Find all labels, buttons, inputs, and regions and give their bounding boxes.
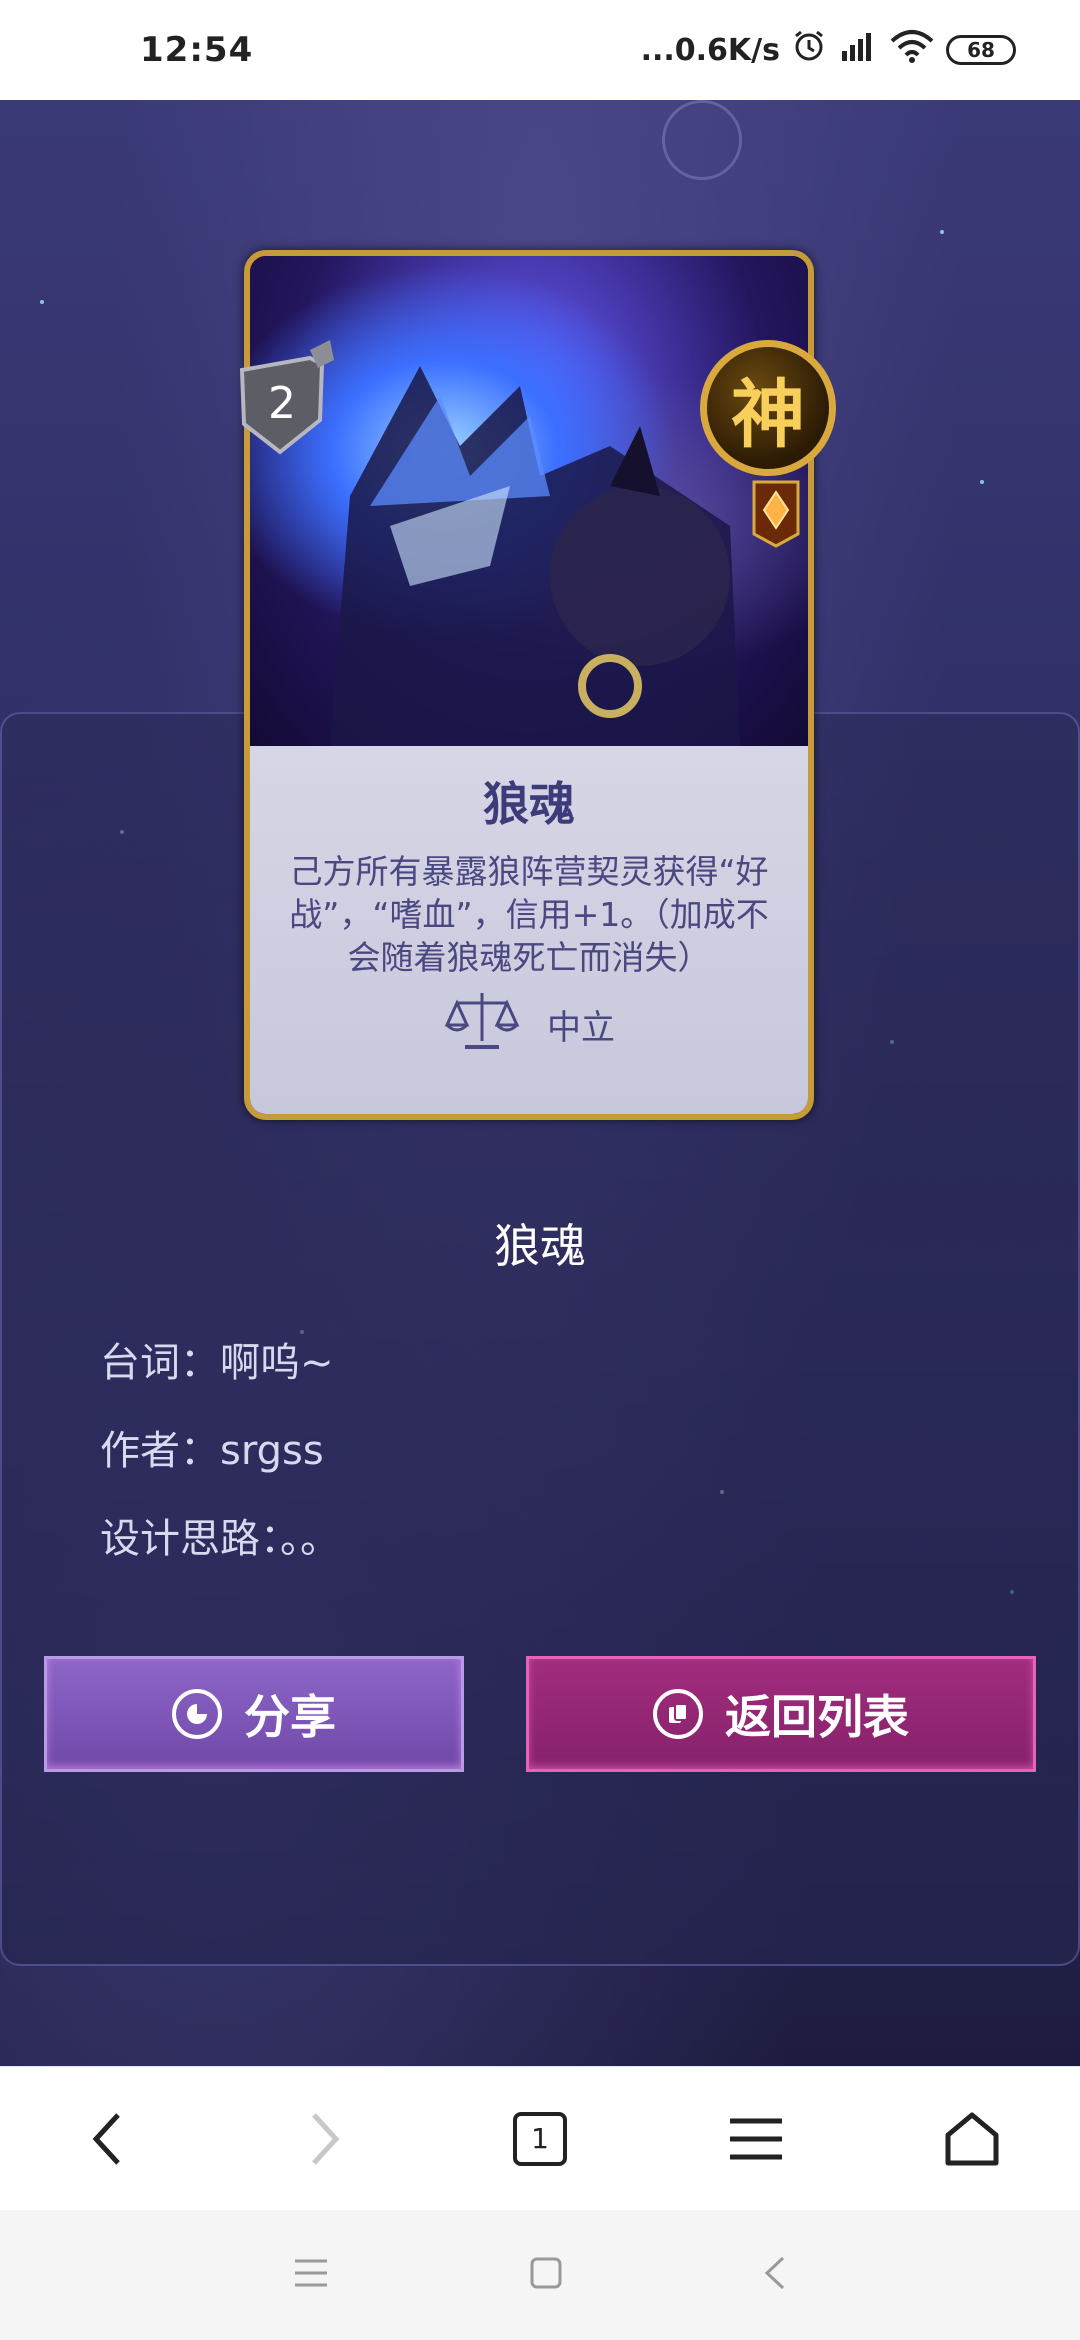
share-icon <box>172 1689 222 1739</box>
card-detail-page: 狼魂 己方所有暴露狼阵营契灵获得“好战”，“嗜血”，信用+1。（加成不会随着狼魂… <box>0 100 1080 2066</box>
line-row: 台词：啊呜~ <box>100 1330 334 1388</box>
card-art <box>250 256 808 746</box>
card-list-icon <box>653 1689 703 1739</box>
scales-icon <box>443 989 521 1060</box>
status-icons: ...0.6K/s 68 <box>641 29 1016 71</box>
card-name: 狼魂 <box>483 777 575 831</box>
system-nav-bar <box>0 2210 1080 2340</box>
status-bar: 12:54 ...0.6K/s 68 <box>0 0 1080 100</box>
back-to-list-label: 返回列表 <box>725 1690 909 1744</box>
wolf-illustration <box>330 366 740 746</box>
back-icon[interactable] <box>53 2084 163 2194</box>
signal-icon <box>838 29 878 71</box>
card-faction-label: 中立 <box>547 1008 615 1048</box>
card-description: 己方所有暴露狼阵营契灵获得“好战”，“嗜血”，信用+1。（加成不会随着狼魂死亡而… <box>289 852 769 977</box>
status-time: 12:54 <box>140 30 254 70</box>
gem-icon <box>752 480 800 548</box>
back-to-list-button[interactable]: 返回列表 <box>526 1656 1036 1772</box>
forward-icon[interactable] <box>269 2084 379 2194</box>
design-label: 设计思路： <box>100 1516 280 1562</box>
menu-icon[interactable] <box>701 2084 811 2194</box>
recents-icon[interactable] <box>293 2257 329 2293</box>
cost-badge: 2 <box>230 340 340 460</box>
home-icon[interactable] <box>917 2084 1027 2194</box>
share-button[interactable]: 分享 <box>44 1656 464 1772</box>
cost-value: 2 <box>268 378 296 429</box>
rarity-badge: 神 <box>700 340 836 476</box>
card-faction: 中立 <box>250 989 808 1060</box>
author-row: 作者：srgss <box>100 1418 324 1476</box>
card-title: 狼魂 <box>494 1219 586 1273</box>
design-row: 设计思路：。。 <box>100 1506 340 1564</box>
wifi-icon <box>890 29 934 71</box>
battery-icon: 68 <box>946 35 1016 65</box>
back-triangle-icon[interactable] <box>763 2255 787 2295</box>
card-text-area: 狼魂 己方所有暴露狼阵营契灵获得“好战”，“嗜血”，信用+1。（加成不会随着狼魂… <box>250 746 808 1114</box>
emblem-icon <box>662 100 742 180</box>
browser-toolbar: 1 <box>0 2066 1080 2210</box>
alarm-icon <box>792 29 826 71</box>
shield-icon: 2 <box>239 340 334 455</box>
author-label: 作者： <box>100 1428 220 1474</box>
home-square-icon[interactable] <box>529 2256 563 2294</box>
share-button-label: 分享 <box>244 1690 336 1744</box>
tab-count: 1 <box>513 2111 567 2166</box>
network-speed: ...0.6K/s <box>640 32 780 68</box>
author-value: srgss <box>220 1428 324 1474</box>
tabs-button[interactable]: 1 <box>485 2084 595 2194</box>
line-label: 台词： <box>100 1340 220 1386</box>
design-value: 。。 <box>280 1516 340 1562</box>
line-value: 啊呜~ <box>220 1340 334 1386</box>
